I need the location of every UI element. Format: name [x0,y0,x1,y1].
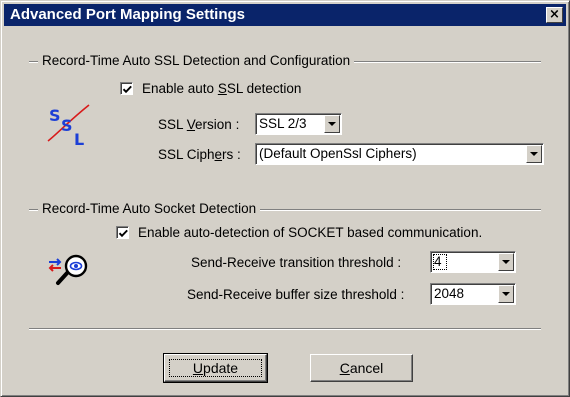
transition-threshold-select[interactable]: 4 [430,251,516,273]
update-button[interactable]: Update [163,353,268,383]
socket-group-title: Record-Time Auto Socket Detection [38,201,261,217]
buffer-threshold-value: 2048 [434,286,465,301]
ssl-group-title: Record-Time Auto SSL Detection and Confi… [38,53,355,69]
close-button[interactable]: × [546,7,563,23]
window-title: Advanced Port Mapping Settings [10,6,246,23]
ssl-ciphers-select[interactable]: (Default OpenSsl Ciphers) [255,143,544,165]
buffer-threshold-dropdown-icon[interactable] [498,285,514,303]
enable-ssl-detection-checkbox[interactable] [120,82,133,95]
transition-threshold-value: 4 [434,254,442,269]
ssl-icon: S S L [47,104,90,147]
buffer-threshold-select[interactable]: 2048 [430,283,516,305]
transition-threshold-label: Send-Receive transition threshold : [191,255,402,270]
ssl-version-label: SSL Version : [158,117,240,132]
title-bar[interactable]: Advanced Port Mapping Settings × [4,4,566,26]
checkmark-icon [118,229,128,238]
enable-socket-detection-label[interactable]: Enable auto-detection of SOCKET based co… [138,225,482,241]
svg-text:S: S [61,116,73,135]
ssl-version-value: SSL 2/3 [259,116,307,131]
ssl-version-select[interactable]: SSL 2/3 [255,113,342,135]
enable-socket-detection-checkbox[interactable] [116,226,129,239]
buttons-separator [29,328,541,330]
ssl-version-dropdown-icon[interactable] [324,115,340,133]
socket-detection-icon [48,254,88,285]
checkmark-icon [122,85,132,94]
ssl-ciphers-label: SSL Ciphers : [158,147,241,162]
svg-text:S: S [49,106,61,125]
ssl-ciphers-value: (Default OpenSsl Ciphers) [259,146,417,161]
close-icon: × [549,7,560,22]
svg-text:L: L [74,130,84,147]
ssl-ciphers-dropdown-icon[interactable] [526,145,542,163]
buffer-threshold-label: Send-Receive buffer size threshold : [187,287,405,302]
cancel-button[interactable]: Cancel [310,354,413,382]
transition-threshold-dropdown-icon[interactable] [498,253,514,271]
enable-ssl-detection-label[interactable]: Enable auto SSL detection [142,81,301,97]
advanced-port-mapping-dialog: Advanced Port Mapping Settings × Record-… [0,0,570,397]
